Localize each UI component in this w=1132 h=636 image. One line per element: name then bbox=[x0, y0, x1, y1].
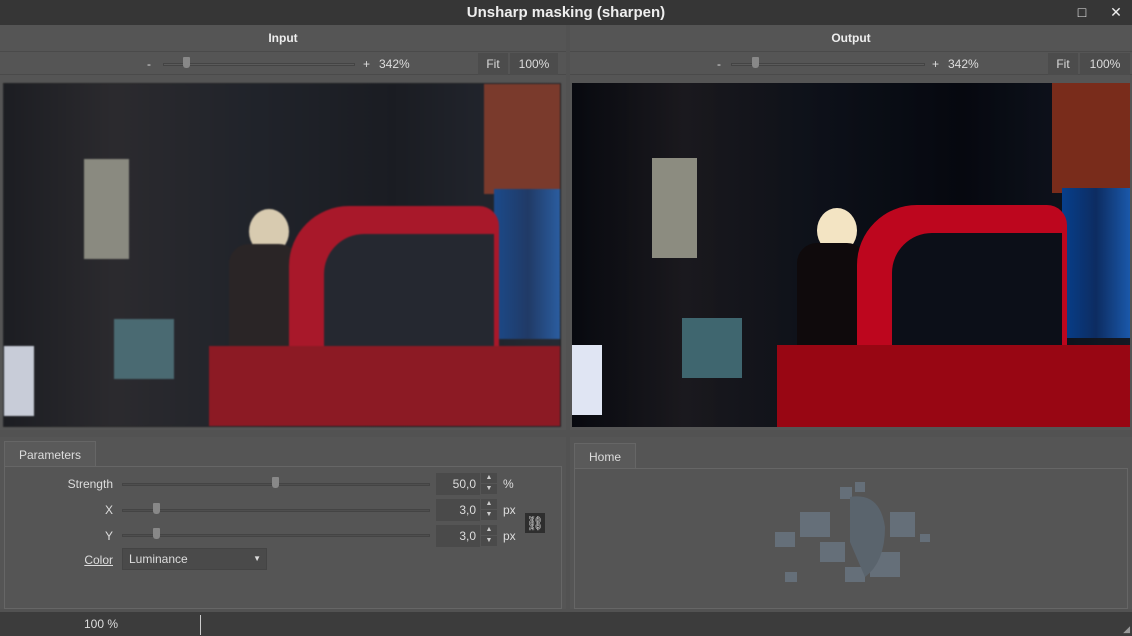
x-up-button[interactable]: ▲ bbox=[481, 499, 497, 509]
color-label[interactable]: Color bbox=[0, 553, 113, 567]
x-input[interactable]: 3,0 bbox=[436, 499, 480, 521]
input-zoom-row: - + 342% Fit 100% bbox=[0, 51, 566, 75]
output-zoom-value: 342% bbox=[948, 57, 979, 71]
color-value: Luminance bbox=[129, 552, 188, 566]
actual-size-button[interactable]: 100% bbox=[510, 53, 558, 75]
parameters-panel: Parameters Strength 50,0 ▲ ▼ % X 3,0 ▲ ▼… bbox=[0, 437, 566, 609]
y-slider[interactable] bbox=[122, 534, 430, 537]
input-title: Input bbox=[268, 31, 298, 45]
close-icon[interactable]: ✕ bbox=[1101, 0, 1131, 25]
input-image[interactable] bbox=[3, 83, 561, 427]
tab-parameters[interactable]: Parameters bbox=[4, 441, 97, 467]
output-image[interactable] bbox=[572, 83, 1130, 427]
window-title: Unsharp masking (sharpen) bbox=[466, 4, 666, 21]
output-zoom-slider[interactable] bbox=[731, 63, 925, 66]
y-up-button[interactable]: ▲ bbox=[481, 525, 497, 535]
resize-grip-icon[interactable]: ◢ bbox=[1123, 624, 1130, 635]
fit-button[interactable]: Fit bbox=[478, 53, 508, 75]
color-dropdown[interactable]: Luminance ▼ bbox=[122, 548, 267, 570]
x-down-button[interactable]: ▼ bbox=[481, 510, 497, 520]
status-divider bbox=[200, 615, 201, 635]
zoom-out-button[interactable]: - bbox=[147, 57, 151, 71]
status-bar: 100 % ◢ bbox=[0, 612, 1132, 636]
input-zoom-slider[interactable] bbox=[163, 63, 355, 66]
x-unit: px bbox=[503, 503, 516, 517]
x-slider[interactable] bbox=[122, 509, 430, 512]
zoom-in-button[interactable]: + bbox=[932, 57, 939, 71]
y-unit: px bbox=[503, 529, 516, 543]
output-zoom-thumb[interactable] bbox=[752, 57, 759, 68]
strength-down-button[interactable]: ▼ bbox=[481, 484, 497, 494]
y-label: Y bbox=[104, 529, 113, 543]
x-label: X bbox=[104, 503, 113, 517]
fit-button[interactable]: Fit bbox=[1048, 53, 1078, 75]
y-thumb[interactable] bbox=[153, 528, 160, 539]
input-pane: Input - + 342% Fit 100% bbox=[0, 25, 566, 430]
maximize-icon[interactable]: □ bbox=[1067, 0, 1097, 25]
input-zoom-thumb[interactable] bbox=[183, 57, 190, 68]
home-panel: Home bbox=[570, 437, 1132, 609]
strength-up-button[interactable]: ▲ bbox=[481, 473, 497, 483]
link-icon[interactable]: ⛓ bbox=[525, 513, 545, 533]
strength-unit: % bbox=[503, 477, 514, 491]
input-zoom-value: 342% bbox=[379, 57, 410, 71]
status-zoom: 100 % bbox=[84, 617, 119, 631]
zoom-out-button[interactable]: - bbox=[717, 57, 721, 71]
app-logo-icon bbox=[775, 482, 930, 582]
strength-thumb[interactable] bbox=[272, 477, 279, 488]
y-down-button[interactable]: ▼ bbox=[481, 536, 497, 546]
output-title: Output bbox=[831, 31, 871, 45]
strength-label: Strength bbox=[67, 477, 113, 491]
strength-input[interactable]: 50,0 bbox=[436, 473, 480, 495]
zoom-in-button[interactable]: + bbox=[363, 57, 370, 71]
tab-home[interactable]: Home bbox=[574, 443, 637, 469]
y-input[interactable]: 3,0 bbox=[436, 525, 480, 547]
chevron-down-icon: ▼ bbox=[253, 554, 261, 563]
x-thumb[interactable] bbox=[153, 503, 160, 514]
output-zoom-row: - + 342% Fit 100% bbox=[570, 51, 1132, 75]
title-bar: Unsharp masking (sharpen) □ ✕ bbox=[0, 0, 1132, 25]
actual-size-button[interactable]: 100% bbox=[1080, 53, 1130, 75]
output-pane: Output - + 342% Fit 100% bbox=[570, 25, 1132, 430]
